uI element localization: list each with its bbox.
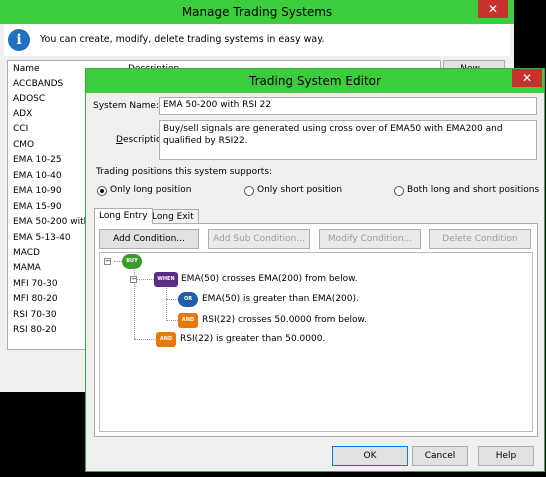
both-positions-radio[interactable] [394,186,404,196]
info-text: You can create, modify, delete trading s… [40,34,325,45]
list-item[interactable]: EMA 15-90 [13,200,62,215]
or-badge[interactable]: OR [178,292,198,307]
tab-long-entry[interactable]: Long Entry [94,208,153,224]
modify-condition-button[interactable]: Modify Condition... [319,229,421,249]
list-item[interactable]: ADX [13,107,32,122]
condition-text[interactable]: RSI(22) crosses 50.0000 from below. [202,315,367,325]
editor-title: Trading System Editor [249,74,381,88]
long-only-label: Only long position [110,185,192,195]
collapse-when-icon[interactable]: − [130,276,137,283]
list-item[interactable]: RSI 70-30 [13,308,57,323]
list-item[interactable]: EMA 10-25 [13,153,62,168]
when-badge[interactable]: WHEN [154,272,178,287]
condition-text[interactable]: RSI(22) is greater than 50.0000. [180,334,325,344]
collapse-root-icon[interactable]: − [104,258,111,265]
info-icon: i [8,29,30,51]
both-positions-label: Both long and short positions [407,185,540,195]
editor-close-icon[interactable]: ✕ [512,69,542,87]
delete-condition-button[interactable]: Delete Condition [429,229,531,249]
buy-badge[interactable]: BUY [122,254,142,269]
condition-text[interactable]: EMA(50) crosses EMA(200) from below. [181,274,358,284]
list-item[interactable]: MFI 70-30 [13,277,58,292]
list-item[interactable]: EMA 50-200 with [13,215,89,230]
dialog-footer: OK Cancel Help [86,441,544,471]
short-only-radio[interactable] [244,186,254,196]
system-name-input[interactable]: EMA 50-200 with RSI 22 [159,97,537,115]
list-item[interactable]: EMA 10-40 [13,169,62,184]
list-item[interactable]: CCI [13,122,28,137]
list-item[interactable]: RSI 80-20 [13,323,57,338]
help-button[interactable]: Help [478,446,534,466]
list-item[interactable]: MAMA [13,261,41,276]
add-condition-button[interactable]: Add Condition... [99,229,199,249]
list-item[interactable]: MACD [13,246,40,261]
system-name-label: System Name: [93,101,160,111]
description-input[interactable]: Buy/sell signals are generated using cro… [159,120,537,160]
ok-button[interactable]: OK [332,446,408,466]
list-item[interactable]: ADOSC [13,92,45,107]
list-item[interactable]: ACCBANDS [13,77,63,92]
column-header-name[interactable]: Name [13,61,40,77]
editor-titlebar[interactable]: Trading System Editor ✕ [86,69,544,93]
cancel-button[interactable]: Cancel [412,446,468,466]
manager-close-icon[interactable]: ✕ [478,0,508,18]
trading-system-editor-window: Trading System Editor ✕ System Name: EMA… [85,68,545,472]
condition-tree[interactable]: − BUY − WHEN EMA(50) crosses EMA(200) fr… [99,252,533,432]
short-only-label: Only short position [257,185,343,195]
list-item[interactable]: EMA 10-90 [13,184,62,199]
long-only-radio[interactable] [97,186,107,196]
and-badge[interactable]: AND [156,332,176,347]
manager-titlebar[interactable]: Manage Trading Systems ✕ [0,0,514,24]
list-item[interactable]: EMA 5-13-40 [13,231,71,246]
condition-text[interactable]: EMA(50) is greater than EMA(200). [202,294,359,304]
long-entry-panel: Add Condition... Add Sub Condition... Mo… [94,223,538,437]
info-banner: i You can create, modify, delete trading… [4,24,510,56]
list-item[interactable]: MFI 80-20 [13,292,58,307]
add-sub-condition-button[interactable]: Add Sub Condition... [208,229,310,249]
positions-label: Trading positions this system supports: [96,167,273,177]
list-item[interactable]: CMO [13,138,34,153]
manager-title: Manage Trading Systems [181,5,333,19]
and-badge[interactable]: AND [178,313,198,328]
